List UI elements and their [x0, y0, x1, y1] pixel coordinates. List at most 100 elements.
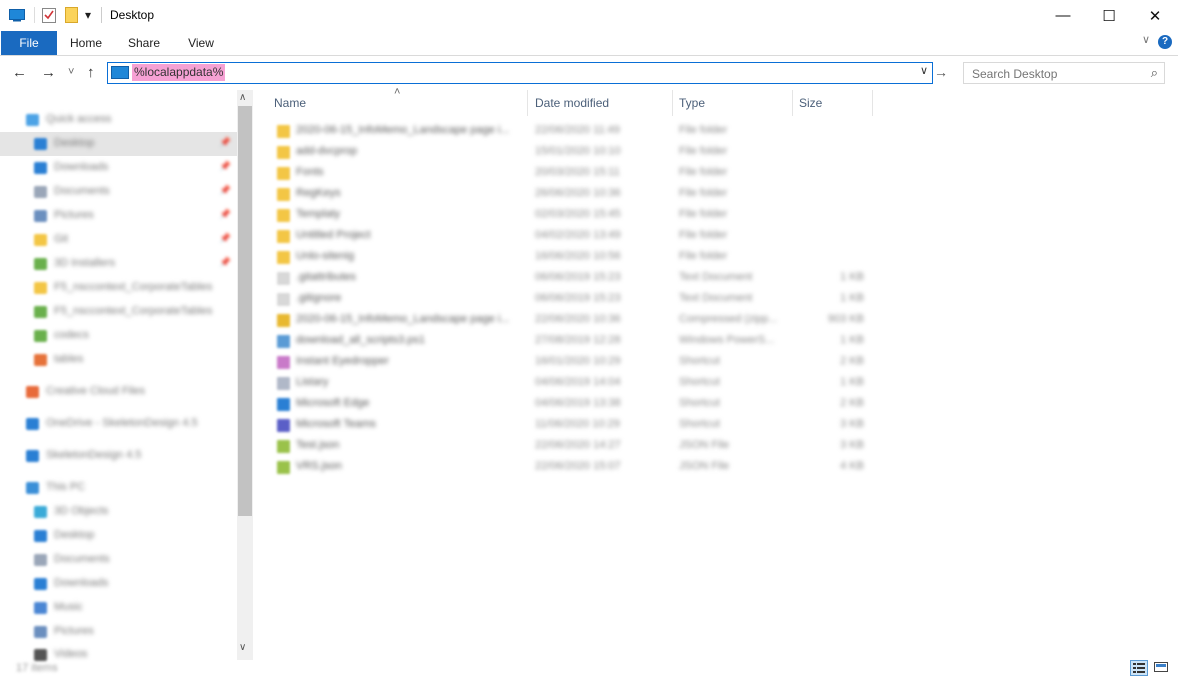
search-icon[interactable]: ⌕ [1151, 65, 1158, 81]
tab-view[interactable]: View [177, 31, 225, 55]
column-header-size[interactable]: Size [799, 90, 822, 116]
nav-item[interactable]: F5_nsccontext_CorporateTables [0, 276, 237, 300]
file-type: File folder [679, 208, 728, 220]
file-row[interactable]: .gitignore 06/06/2019 15:23 Text Document 1… [272, 289, 872, 310]
nav-item-icon [26, 114, 39, 126]
scroll-down-icon[interactable]: ∨ [239, 642, 246, 653]
nav-item-label: codecs [54, 329, 89, 341]
file-row[interactable]: Templaty 02/03/2020 15:45 File folder [272, 205, 872, 226]
help-icon[interactable]: ? [1158, 35, 1172, 49]
nav-item-icon [34, 554, 47, 566]
scroll-up-icon[interactable]: ∧ [239, 92, 246, 103]
column-divider[interactable] [792, 90, 793, 116]
file-row[interactable]: download_all_scripts3.ps1 27/08/2019 12:2… [272, 331, 872, 352]
file-icon [277, 251, 290, 264]
file-size: 1 KB [840, 292, 864, 304]
nav-item[interactable]: Desktop [0, 524, 237, 548]
address-bar[interactable]: %localappdata% ∨ [107, 62, 933, 84]
nav-item[interactable]: Quick access [0, 108, 237, 132]
nav-item[interactable]: Downloads [0, 572, 237, 596]
back-button[interactable]: ← [12, 64, 27, 81]
nav-item-icon [34, 530, 47, 542]
nav-item[interactable]: Documents [0, 548, 237, 572]
scrollbar-thumb[interactable] [238, 106, 252, 516]
column-divider[interactable] [872, 90, 873, 116]
file-row[interactable]: VRS.json 22/06/2020 15:07 JSON File 4 KB [272, 457, 872, 478]
column-header-date-modified[interactable]: Date modified [535, 90, 609, 116]
nav-item[interactable]: Pictures 📌 [0, 204, 237, 228]
tab-share[interactable]: Share [120, 31, 168, 55]
tab-home[interactable]: Home [62, 31, 110, 55]
ribbon-expand-icon[interactable]: ∨ [1142, 33, 1150, 46]
large-icons-view-button[interactable] [1153, 660, 1171, 676]
nav-item[interactable]: F5_nsccontext_CorporateTables [0, 300, 237, 324]
details-view-button[interactable] [1130, 660, 1148, 676]
search-box[interactable]: ⌕ [963, 62, 1165, 84]
nav-item[interactable]: Documents 📌 [0, 180, 237, 204]
file-icon [277, 398, 290, 411]
column-header-name[interactable]: Name [274, 90, 306, 116]
file-type: Windows PowerS... [679, 334, 775, 346]
nav-item[interactable]: SkeletonDesign 4.5 [0, 444, 237, 468]
column-divider[interactable] [672, 90, 673, 116]
file-list: ˄ Name Date modified Type Size 2020-06-1… [262, 86, 882, 490]
file-row[interactable]: Fonts 20/03/2020 15:11 File folder [272, 163, 872, 184]
recent-locations-button[interactable]: ˅ [68, 66, 74, 78]
qa-divider [34, 7, 35, 23]
file-row[interactable]: .gitattributes 06/06/2019 15:23 Text Docum… [272, 268, 872, 289]
up-button[interactable]: ↑ [87, 64, 95, 81]
maximize-button[interactable]: ☐ [1086, 0, 1132, 31]
column-divider[interactable] [527, 90, 528, 116]
go-arrow-icon[interactable]: → [934, 64, 948, 80]
close-button[interactable]: ✕ [1132, 0, 1178, 31]
file-row[interactable]: 2020-06-15_InfoMemo_Landscape page i... 2… [272, 121, 872, 142]
file-row[interactable]: Instant Eyedropper 16/01/2020 10:29 Shortc… [272, 352, 872, 373]
file-row[interactable]: Untitled Project 04/02/2020 13:49 File fol… [272, 226, 872, 247]
nav-item[interactable]: OneDrive - SkeletonDesign 4.5 [0, 412, 237, 436]
file-date-modified: 20/03/2020 15:11 [535, 166, 620, 178]
file-date-modified: 04/06/2019 13:38 [535, 397, 621, 409]
file-row[interactable]: Listary 04/06/2019 14:04 Shortcut 1 KB [272, 373, 872, 394]
nav-item[interactable]: Desktop 📌 [0, 132, 237, 156]
nav-item[interactable]: Music [0, 596, 237, 620]
file-icon [277, 188, 290, 201]
nav-item-icon [34, 282, 47, 294]
file-row[interactable]: Microsoft Edge 04/06/2019 13:38 Shortcut 2 … [272, 394, 872, 415]
nav-item[interactable]: codecs [0, 324, 237, 348]
file-type: Text Document [679, 292, 753, 304]
file-icon [277, 461, 290, 474]
properties-icon[interactable] [42, 7, 56, 26]
minimize-button[interactable]: — [1040, 0, 1086, 31]
nav-item[interactable]: Pictures [0, 620, 237, 644]
explorer-window-icon[interactable] [9, 9, 25, 25]
nav-item[interactable]: 3D Objects [0, 500, 237, 524]
nav-item[interactable]: 3D Installers 📌 [0, 252, 237, 276]
sort-ascending-icon: ˄ [394, 86, 401, 98]
address-dropdown-icon[interactable]: ∨ [920, 64, 928, 77]
nav-item[interactable]: Creative Cloud Files [0, 380, 237, 404]
nav-item-label: Downloads [54, 577, 109, 589]
file-row[interactable]: RegKeys 26/06/2020 10:36 File folder [272, 184, 872, 205]
nav-item-label: Git [54, 233, 69, 245]
file-row[interactable]: Microsoft Teams 11/06/2020 10:29 Shortcut 3… [272, 415, 872, 436]
search-input[interactable] [970, 64, 1134, 84]
nav-item-label: 3D Installers [54, 257, 116, 269]
nav-item[interactable]: Git 📌 [0, 228, 237, 252]
nav-item[interactable]: Downloads 📌 [0, 156, 237, 180]
tab-file[interactable]: File [1, 31, 57, 55]
nav-item[interactable]: tables [0, 348, 237, 372]
nav-item[interactable]: This PC [0, 476, 237, 500]
new-folder-icon[interactable] [65, 7, 78, 26]
column-header-type[interactable]: Type [679, 90, 705, 116]
file-date-modified: 22/06/2020 10:36 [535, 313, 621, 325]
file-row[interactable]: Test.json 22/06/2020 14:27 JSON File 3 KB [272, 436, 872, 457]
address-input[interactable]: %localappdata% [132, 64, 226, 81]
forward-button[interactable]: → [41, 64, 56, 81]
file-row[interactable]: 2020-06-15_InfoMemo_Landscape page i... 2… [272, 310, 872, 331]
file-row[interactable]: add-dvcprop 15/01/2020 10:10 File folder [272, 142, 872, 163]
nav-pane-scrollbar[interactable]: ∧ ∨ [237, 90, 253, 660]
nav-item-icon [34, 578, 47, 590]
item-count: 17 items [16, 662, 58, 674]
file-row[interactable]: Unlo-sitenig 16/06/2020 10:56 File folder [272, 247, 872, 268]
qa-dropdown-icon[interactable]: ▾ [85, 8, 91, 22]
